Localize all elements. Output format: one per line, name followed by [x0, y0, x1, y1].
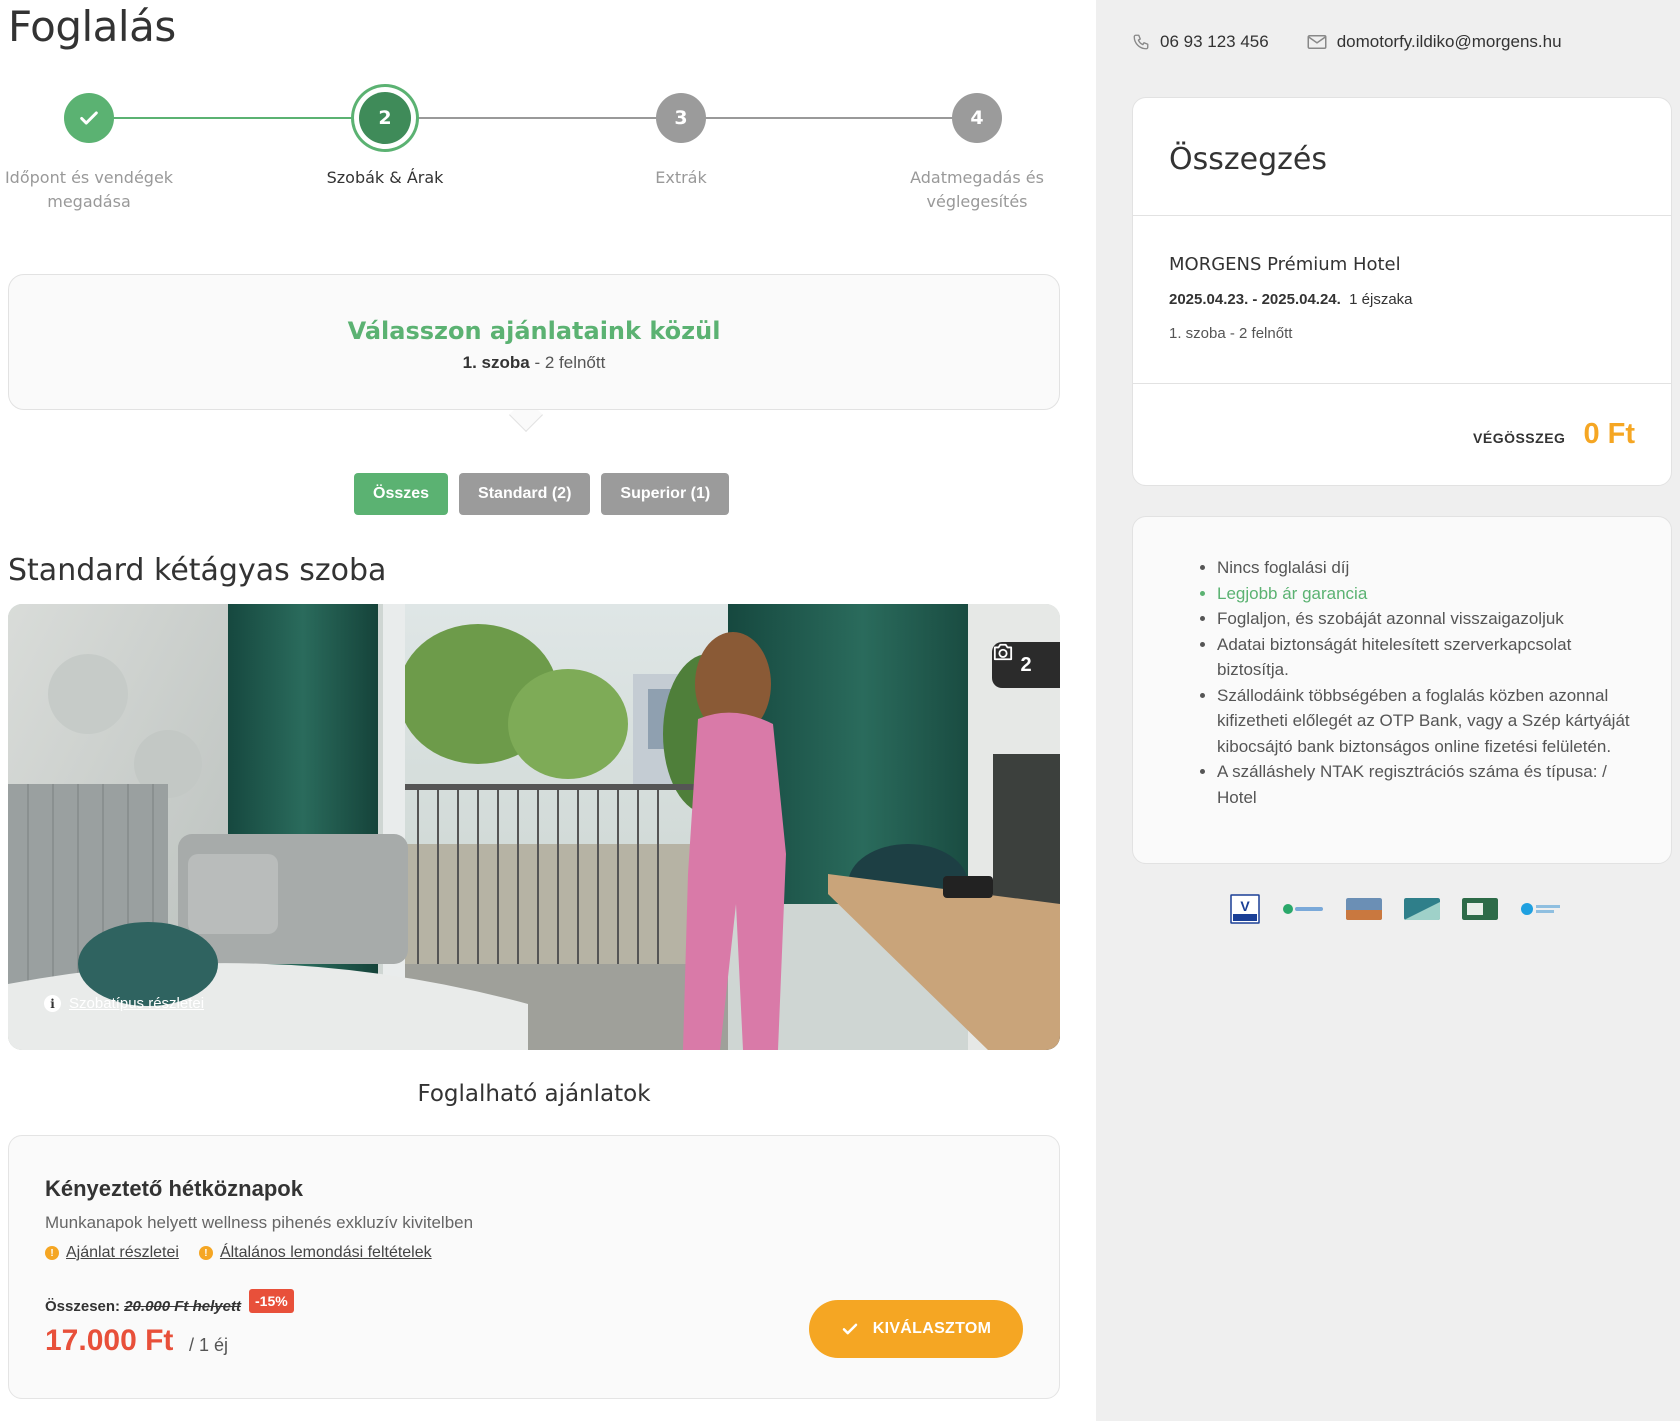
benefits-list: Nincs foglalási díj Legjobb ár garancia …: [1217, 555, 1637, 810]
offer-box-room-info: 1. szoba - 2 felnőtt: [9, 353, 1059, 373]
discount-badge: -15%: [249, 1289, 294, 1313]
best-price-link[interactable]: Legjobb ár garancia: [1217, 581, 1637, 607]
select-package-button[interactable]: KIVÁLASZTOM: [809, 1300, 1023, 1358]
step-2-label-line1: Szobák & Árak: [326, 168, 444, 187]
step-1-label-line1: Időpont és vendégek: [4, 168, 174, 187]
camera-icon: [993, 643, 1013, 661]
photo-count: 2: [1020, 653, 1032, 676]
stay-dates: 2025.04.23. - 2025.04.24. 1 éjszaka: [1169, 291, 1413, 308]
step-4-circle: 4: [952, 93, 1002, 143]
package-title: Kényeztető hétköznapok: [45, 1176, 303, 1201]
email-address: domotorfy.ildiko@morgens.hu: [1336, 32, 1562, 51]
benefit-item: A szálláshely NTAK regisztrációs száma é…: [1217, 759, 1637, 810]
package-card: Kényeztető hétköznapok Munkanapok helyet…: [8, 1135, 1060, 1399]
date-range: 2025.04.23. - 2025.04.24.: [1169, 291, 1341, 308]
grand-total-value: 0 Ft: [1583, 418, 1635, 450]
old-price: 20.000 Ft helyett: [124, 1298, 241, 1315]
summary-rooms: 1. szoba - 2 felnőtt: [1169, 325, 1293, 342]
payment-logos: V: [1230, 894, 1562, 924]
otp-icon: [1462, 898, 1498, 920]
step-3-label: Extrák: [581, 166, 781, 190]
step-4-label-line1: Adatmegadás és: [910, 168, 1044, 187]
night-count: 1 éjszaka: [1349, 291, 1413, 308]
mail-icon: [1307, 35, 1327, 49]
barion-icon: [1521, 903, 1560, 915]
step-2-label: Szobák & Árak: [285, 166, 485, 190]
step-1-label-line2: megadása: [47, 192, 131, 211]
hotel-name: MORGENS Prémium Hotel: [1169, 254, 1401, 275]
benefits-card: Nincs foglalási díj Legjobb ár garancia …: [1132, 516, 1672, 864]
package-total-label: Összesen: 20.000 Ft helyett: [45, 1298, 241, 1315]
phone-number: 06 93 123 456: [1160, 32, 1269, 51]
phone-icon: [1133, 34, 1149, 50]
room-number: 1. szoba: [462, 353, 530, 372]
step-1-label[interactable]: Időpont és vendégek megadása: [0, 166, 189, 214]
grand-total: VÉGÖSSZEG 0 Ft: [1473, 418, 1635, 451]
step-3-circle: 3: [656, 93, 706, 143]
info-icon: !: [45, 1246, 59, 1260]
benefit-item: Adatai biztonságát hitelesített szerverk…: [1217, 632, 1637, 683]
benefit-item: Szállodáink többségében a foglalás közbe…: [1217, 683, 1637, 760]
step-connector: [89, 117, 385, 119]
room-guests: - 2 felnőtt: [529, 353, 606, 372]
benefit-item: Nincs foglalási díj: [1217, 555, 1637, 581]
check-icon: [842, 1323, 857, 1335]
available-offers-title: Foglalható ajánlatok: [417, 1081, 651, 1107]
select-button-label: KIVÁLASZTOM: [872, 1320, 992, 1337]
grand-total-label: VÉGÖSSZEG: [1473, 430, 1566, 446]
info-icon: !: [198, 1246, 213, 1260]
filter-superior-button[interactable]: Superior (1): [601, 473, 730, 515]
step-2-circle: 2: [359, 92, 411, 144]
booking-stepper: 2 3 4 Időpont és vendégek megadása Szobá…: [0, 80, 1060, 220]
contact-bar: 06 93 123 456 domotorfy.ildiko@morgens.h…: [1132, 32, 1562, 52]
szep-card-icon: [1346, 898, 1382, 920]
page-title: Foglalás: [8, 2, 176, 51]
offer-box-title: Válasszon ajánlataink közül: [347, 317, 721, 345]
step-4-label-line2: véglegesítés: [926, 192, 1028, 211]
step-4-label: Adatmegadás és véglegesítés: [877, 166, 1077, 214]
offer-details-label: Ajánlat részletei: [66, 1244, 179, 1261]
cancellation-terms-label: Általános lemondási feltételek: [219, 1244, 432, 1261]
room-photo[interactable]: 2 i Szobatípus részletei: [8, 604, 1060, 1050]
room-filter-bar: Összes Standard (2) Superior (1): [354, 473, 730, 515]
step-1-check-icon[interactable]: [64, 93, 114, 143]
offer-intro-box: Válasszon ajánlataink közül 1. szoba - 2…: [8, 274, 1060, 410]
package-per-night: / 1 éj: [189, 1335, 229, 1355]
package-price: 17.000 Ft: [45, 1324, 174, 1357]
filter-standard-button[interactable]: Standard (2): [459, 473, 591, 515]
summary-card: Összegzés MORGENS Prémium Hotel 2025.04.…: [1132, 97, 1672, 486]
room-details-link[interactable]: i Szobatípus részletei: [44, 995, 204, 1012]
email-contact[interactable]: domotorfy.ildiko@morgens.hu: [1307, 32, 1562, 52]
filter-all-button[interactable]: Összes: [354, 473, 449, 515]
simplepay-icon: [1283, 904, 1323, 914]
offer-details-link[interactable]: ! Ajánlat részletei: [45, 1244, 179, 1262]
total-label: Összesen:: [45, 1298, 121, 1315]
room-type-title: Standard kétágyas szoba: [8, 553, 387, 588]
main-column: Foglalás 2 3 4 Időpont és vendégek megad…: [0, 0, 1096, 1421]
card-icon: [1404, 898, 1440, 920]
room-photo-illustration: [8, 604, 1060, 1050]
step-3-label-line1: Extrák: [655, 168, 707, 187]
step-connector: [681, 117, 977, 119]
svg-text:V: V: [1240, 898, 1250, 914]
package-description: Munkanapok helyett wellness pihenés exkl…: [45, 1213, 474, 1232]
benefit-item: Foglaljon, és szobáját azonnal visszaiga…: [1217, 606, 1637, 632]
summary-title: Összegzés: [1169, 142, 1327, 177]
phone-contact[interactable]: 06 93 123 456: [1132, 32, 1269, 52]
step-connector: [385, 117, 681, 119]
room-details-label: Szobatípus részletei: [69, 995, 205, 1012]
cancellation-terms-link[interactable]: ! Általános lemondási feltételek: [198, 1244, 432, 1262]
divider: [1133, 215, 1671, 216]
photo-count-badge[interactable]: 2: [992, 642, 1060, 688]
divider: [1133, 383, 1671, 384]
info-icon: i: [44, 995, 61, 1012]
vpay-icon: V: [1230, 894, 1260, 924]
package-links: ! Ajánlat részletei ! Általános lemondás…: [45, 1244, 432, 1262]
sidebar: 06 93 123 456 domotorfy.ildiko@morgens.h…: [1096, 0, 1680, 1421]
